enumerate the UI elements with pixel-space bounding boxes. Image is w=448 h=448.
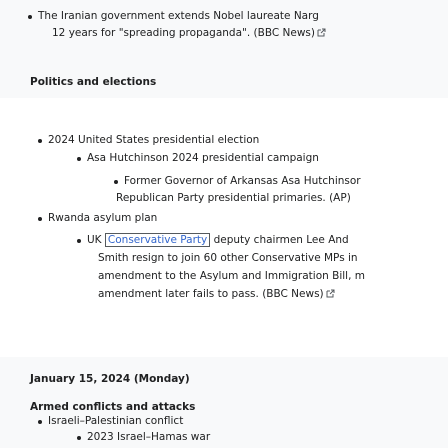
election-link[interactable]: 2024 United States presidential election <box>48 134 259 146</box>
war-link[interactable]: 2023 Israel–Hamas war <box>87 431 210 443</box>
date-heading[interactable]: January 15, 2024 (Monday) <box>30 372 190 386</box>
top-story-line2: 12 years for "spreading propaganda". (BB… <box>52 27 315 39</box>
uk-line4: amendment later fails to pass. (BBC News… <box>98 288 324 300</box>
uk-prefix: UK <box>87 234 102 246</box>
list-item-war[interactable]: 2023 Israel–Hamas war <box>77 430 210 444</box>
page: The Iranian government extends Nobel lau… <box>0 0 448 448</box>
bullet-icon <box>38 139 42 143</box>
uk-line3: amendment to the Asylum and Immigration … <box>98 270 365 282</box>
list-item-uk-line2: Smith resign to join 60 other Conservati… <box>98 251 358 266</box>
top-story-line1: The Iranian government extends Nobel lau… <box>38 10 319 22</box>
politics-heading: Politics and elections <box>30 76 157 88</box>
bullet-icon <box>77 436 81 440</box>
list-item-uk-line4: amendment later fails to pass. (BBC News… <box>98 287 335 302</box>
list-item-governor-cont: Republican Party presidential primaries.… <box>116 191 351 206</box>
uk-line1-rest: deputy chairmen Lee And <box>213 234 349 246</box>
list-item-israeli[interactable]: Israeli–Palestinian conflict <box>38 414 183 428</box>
governor-line2: Republican Party presidential primaries.… <box>116 192 351 204</box>
bullet-icon <box>77 157 81 161</box>
bullet-icon <box>38 217 42 221</box>
external-link-icon[interactable] <box>326 289 335 298</box>
israeli-conflict-link[interactable]: Israeli–Palestinian conflict <box>48 415 183 427</box>
bullet-icon <box>77 239 81 243</box>
bullet-icon <box>114 180 118 184</box>
governor-line1: Former Governor of Arkansas Asa Hutchins… <box>124 175 361 187</box>
rwanda-link[interactable]: Rwanda asylum plan <box>48 212 157 224</box>
top-story-item-cont: 12 years for "spreading propaganda". (BB… <box>52 26 326 41</box>
top-story-item: The Iranian government extends Nobel lau… <box>28 9 319 24</box>
list-item-uk: UK Conservative Party deputy chairmen Le… <box>77 233 349 248</box>
list-item-campaign[interactable]: Asa Hutchinson 2024 presidential campaig… <box>77 151 319 166</box>
uk-line2: Smith resign to join 60 other Conservati… <box>98 252 358 264</box>
armed-conflicts-heading: Armed conflicts and attacks <box>30 401 196 413</box>
list-item-governor: Former Governor of Arkansas Asa Hutchins… <box>114 174 361 189</box>
bullet-icon <box>28 15 32 19</box>
list-item-uk-line3: amendment to the Asylum and Immigration … <box>98 269 365 284</box>
campaign-link[interactable]: Asa Hutchinson 2024 presidential campaig… <box>87 152 319 164</box>
list-item-election[interactable]: 2024 United States presidential election <box>38 133 259 148</box>
external-link-icon[interactable] <box>317 28 326 37</box>
list-item-rwanda[interactable]: Rwanda asylum plan <box>38 211 157 226</box>
conservative-party-link[interactable]: Conservative Party <box>104 233 211 247</box>
bullet-icon <box>38 420 42 424</box>
